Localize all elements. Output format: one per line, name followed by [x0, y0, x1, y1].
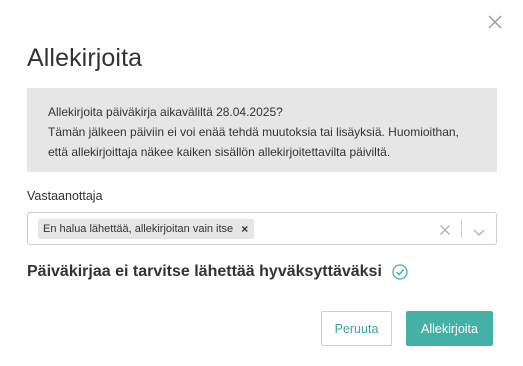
info-box: Allekirjoita päiväkirja aikaväliltä 28.0… [27, 88, 497, 172]
select-divider [461, 220, 462, 238]
chip-label: En halua lähettää, allekirjoitan vain it… [43, 223, 234, 235]
status-message: Päiväkirjaa ei tarvitse lähettää hyväksy… [27, 263, 408, 281]
chip-remove-icon[interactable]: × [241, 223, 248, 235]
info-warning-line-2: että allekirjoittaja näkee kaiken sisäll… [48, 145, 391, 159]
dialog-title: Allekirjoita [27, 44, 143, 72]
sign-button[interactable]: Allekirjoita [406, 311, 493, 346]
recipient-select[interactable]: En halua lähettää, allekirjoitan vain it… [27, 212, 497, 245]
cancel-button[interactable]: Peruuta [321, 311, 392, 346]
info-question: Allekirjoita päiväkirja aikaväliltä 28.0… [48, 105, 283, 119]
selected-recipient-chip: En halua lähettää, allekirjoitan vain it… [38, 219, 255, 239]
clear-selection-icon[interactable] [439, 223, 451, 235]
recipient-label: Vastaanottaja [27, 189, 103, 203]
chevron-down-icon[interactable] [472, 224, 486, 236]
check-circle-icon [392, 264, 408, 280]
close-icon[interactable] [487, 14, 503, 30]
sign-dialog: Allekirjoita Allekirjoita päiväkirja aik… [0, 0, 523, 366]
status-text: Päiväkirjaa ei tarvitse lähettää hyväksy… [27, 263, 382, 280]
info-warning-line-1: Tämän jälkeen päiviin ei voi enää tehdä … [48, 125, 459, 139]
